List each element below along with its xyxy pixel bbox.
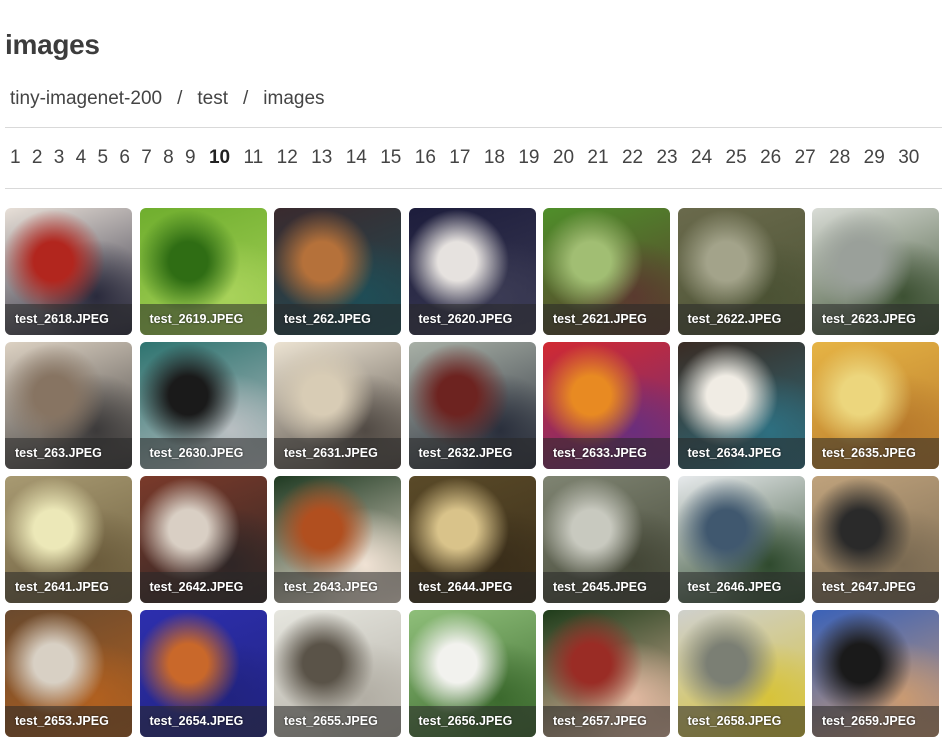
page-link-9[interactable]: 9 (185, 147, 196, 169)
image-thumbnail[interactable]: test_2643.JPEG (274, 476, 401, 603)
image-filename: test_2642.JPEG (139, 572, 267, 603)
breadcrumb-separator: / (243, 88, 249, 109)
image-filename: test_2622.JPEG (677, 304, 805, 335)
breadcrumb: tiny-imagenet-200 / test / images (10, 88, 942, 110)
page-link-4[interactable]: 4 (76, 147, 87, 169)
image-thumbnail[interactable]: test_2635.JPEG (812, 342, 939, 469)
image-thumbnail[interactable]: test_2634.JPEG (677, 342, 805, 469)
breadcrumb-separator: / (177, 88, 183, 109)
page-link-11[interactable]: 11 (244, 147, 264, 169)
image-filename: test_2647.JPEG (812, 572, 939, 603)
page-link-23[interactable]: 23 (656, 147, 677, 169)
image-thumbnail[interactable]: test_263.JPEG (5, 342, 132, 469)
image-thumbnail[interactable]: test_2630.JPEG (139, 342, 267, 469)
page-link-21[interactable]: 21 (587, 147, 608, 169)
page-link-1[interactable]: 1 (10, 147, 21, 169)
image-filename: test_2659.JPEG (812, 706, 939, 737)
image-thumbnail[interactable]: test_2654.JPEG (139, 610, 267, 737)
page-link-29[interactable]: 29 (864, 147, 885, 169)
image-thumbnail[interactable]: test_2633.JPEG (543, 342, 670, 469)
image-thumbnail[interactable]: test_2641.JPEG (5, 476, 132, 603)
image-thumbnail[interactable]: test_2642.JPEG (139, 476, 267, 603)
image-thumbnail[interactable]: test_2631.JPEG (274, 342, 401, 469)
page-link-18[interactable]: 18 (484, 147, 505, 169)
image-thumbnail[interactable]: test_2657.JPEG (543, 610, 670, 737)
image-filename: test_2618.JPEG (5, 304, 132, 335)
page-link-13[interactable]: 13 (311, 147, 332, 169)
image-filename: test_2619.JPEG (139, 304, 267, 335)
page-link-22[interactable]: 22 (622, 147, 643, 169)
page-link-10[interactable]: 10 (209, 147, 230, 169)
image-thumbnail[interactable]: test_2622.JPEG (677, 208, 805, 335)
image-thumbnail[interactable]: test_2656.JPEG (408, 610, 536, 737)
image-filename: test_2643.JPEG (274, 572, 401, 603)
image-thumbnail[interactable]: test_2653.JPEG (5, 610, 132, 737)
page-title: images (5, 29, 100, 60)
image-filename: test_2623.JPEG (812, 304, 939, 335)
page-link-6[interactable]: 6 (119, 147, 130, 169)
image-thumbnail[interactable]: test_2646.JPEG (677, 476, 805, 603)
image-filename: test_262.JPEG (274, 304, 401, 335)
image-filename: test_2658.JPEG (677, 706, 805, 737)
divider (5, 188, 942, 189)
page-link-28[interactable]: 28 (829, 147, 850, 169)
image-filename: test_2630.JPEG (139, 438, 267, 469)
image-thumbnail[interactable]: test_2659.JPEG (812, 610, 939, 737)
page-link-20[interactable]: 20 (553, 147, 574, 169)
page-link-17[interactable]: 17 (449, 147, 470, 169)
image-thumbnail[interactable]: test_2619.JPEG (139, 208, 267, 335)
breadcrumb-item-test[interactable]: test (197, 88, 228, 110)
image-filename: test_2656.JPEG (408, 706, 536, 737)
image-filename: test_2641.JPEG (5, 572, 132, 603)
page-link-15[interactable]: 15 (380, 147, 401, 169)
breadcrumb-item-root[interactable]: tiny-imagenet-200 (10, 88, 162, 110)
page-link-19[interactable]: 19 (518, 147, 539, 169)
image-thumbnail[interactable]: test_2620.JPEG (408, 208, 536, 335)
image-thumbnail[interactable]: test_2644.JPEG (408, 476, 536, 603)
image-filename: test_2645.JPEG (543, 572, 670, 603)
page-link-3[interactable]: 3 (54, 147, 65, 169)
page-link-2[interactable]: 2 (32, 147, 43, 169)
image-filename: test_2633.JPEG (543, 438, 670, 469)
page-link-5[interactable]: 5 (98, 147, 109, 169)
page-link-25[interactable]: 25 (726, 147, 747, 169)
page-link-16[interactable]: 16 (415, 147, 436, 169)
image-thumbnail[interactable]: test_2632.JPEG (408, 342, 536, 469)
image-filename: test_2654.JPEG (139, 706, 267, 737)
image-filename: test_2653.JPEG (5, 706, 132, 737)
image-filename: test_2644.JPEG (408, 572, 536, 603)
image-filename: test_2646.JPEG (677, 572, 805, 603)
page-link-24[interactable]: 24 (691, 147, 712, 169)
image-filename: test_263.JPEG (5, 438, 132, 469)
page-link-27[interactable]: 27 (795, 147, 816, 169)
pagination: 1 2 3 4 5 6 7 8 9 10 11 12 13 14 15 16 17 18 19 20 21 22 23 24 2… (10, 128, 942, 188)
image-thumbnail[interactable]: test_2655.JPEG (274, 610, 401, 737)
image-thumbnail[interactable]: test_2623.JPEG (812, 208, 939, 335)
page-link-12[interactable]: 12 (277, 147, 298, 169)
page-link-8[interactable]: 8 (163, 147, 174, 169)
image-filename: test_2635.JPEG (812, 438, 939, 469)
image-thumbnail[interactable]: test_2658.JPEG (677, 610, 805, 737)
image-thumbnail[interactable]: test_2618.JPEG (5, 208, 132, 335)
image-thumbnail[interactable]: test_262.JPEG (274, 208, 401, 335)
image-filename: test_2655.JPEG (274, 706, 401, 737)
image-filename: test_2632.JPEG (408, 438, 536, 469)
breadcrumb-item-images[interactable]: images (263, 88, 324, 110)
page-link-14[interactable]: 14 (346, 147, 367, 169)
image-thumbnail[interactable]: test_2621.JPEG (543, 208, 670, 335)
image-thumbnail[interactable]: test_2647.JPEG (812, 476, 939, 603)
image-filename: test_2621.JPEG (543, 304, 670, 335)
image-grid: test_2618.JPEG test_2619.JPEG test_262.JPE… (5, 208, 942, 737)
page-link-30[interactable]: 30 (898, 147, 919, 169)
image-filename: test_2657.JPEG (543, 706, 670, 737)
image-filename: test_2620.JPEG (408, 304, 536, 335)
page-link-26[interactable]: 26 (760, 147, 781, 169)
image-filename: test_2631.JPEG (274, 438, 401, 469)
image-thumbnail[interactable]: test_2645.JPEG (543, 476, 670, 603)
image-filename: test_2634.JPEG (677, 438, 805, 469)
page-link-7[interactable]: 7 (141, 147, 152, 169)
page: images tiny-imagenet-200 / test / images… (0, 0, 942, 737)
